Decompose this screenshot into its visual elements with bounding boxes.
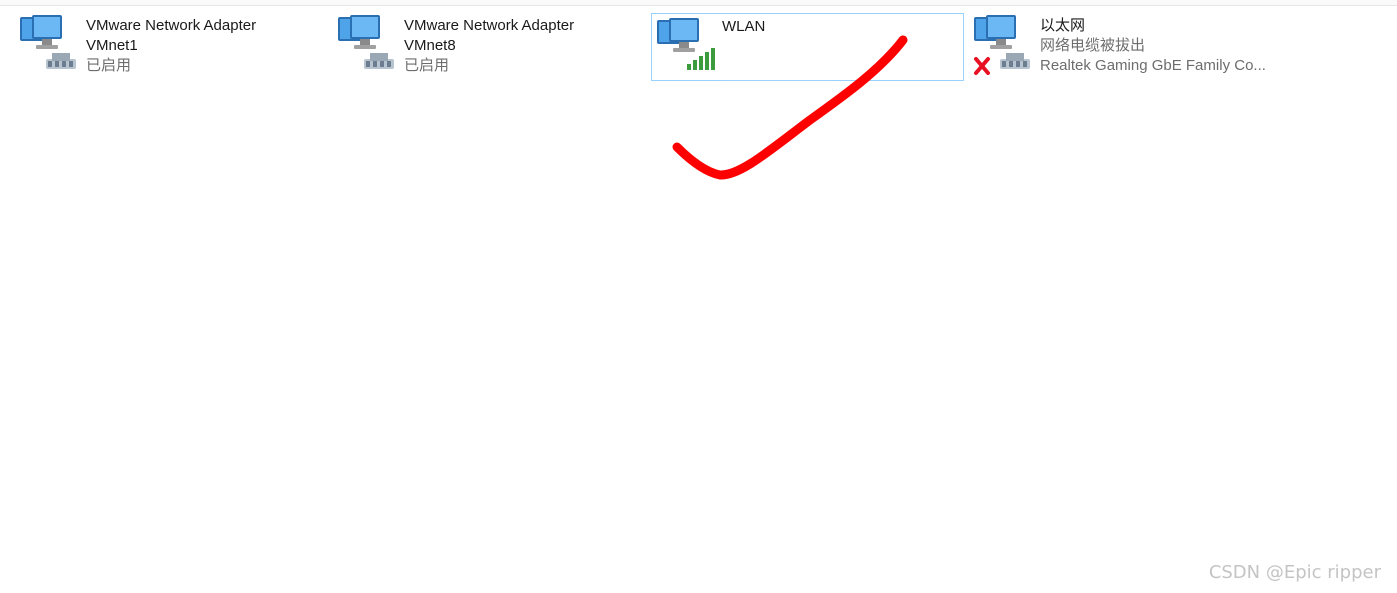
adapter-wlan[interactable]: WLAN — [651, 13, 964, 81]
adapter-status: 已启用 — [404, 57, 450, 74]
network-adapters-list: VMware Network Adapter VMnet1 已启用 VMware… — [0, 0, 1397, 90]
adapter-device: VMnet1 — [86, 37, 138, 54]
watermark: CSDN @Epic ripper — [1208, 562, 1381, 583]
adapter-device: Realtek Gaming GbE Family Co... — [1040, 57, 1266, 74]
adapter-status: 已启用 — [86, 57, 132, 74]
adapter-name: 以太网 — [1040, 17, 1086, 34]
network-disconnected-icon — [972, 13, 1036, 77]
adapter-status: 网络电缆被拔出 — [1040, 37, 1146, 54]
wifi-signal-icon — [655, 16, 719, 80]
redacted-info — [722, 54, 832, 74]
redacted-info — [782, 38, 822, 52]
adapter-name: VMware Network Adapter — [86, 17, 257, 34]
network-cable-icon — [18, 13, 82, 77]
adapter-vmnet1[interactable]: VMware Network Adapter VMnet1 已启用 — [18, 13, 318, 81]
adapter-ethernet[interactable]: 以太网 网络电缆被拔出 Realtek Gaming GbE Family Co… — [972, 13, 1302, 81]
adapter-name: WLAN — [722, 18, 766, 35]
error-x-icon — [974, 57, 990, 75]
network-cable-icon — [336, 13, 400, 77]
adapter-device: VMnet8 — [404, 37, 456, 54]
adapter-vmnet8[interactable]: VMware Network Adapter VMnet8 已启用 — [336, 13, 636, 81]
adapter-name: VMware Network Adapter — [404, 17, 575, 34]
